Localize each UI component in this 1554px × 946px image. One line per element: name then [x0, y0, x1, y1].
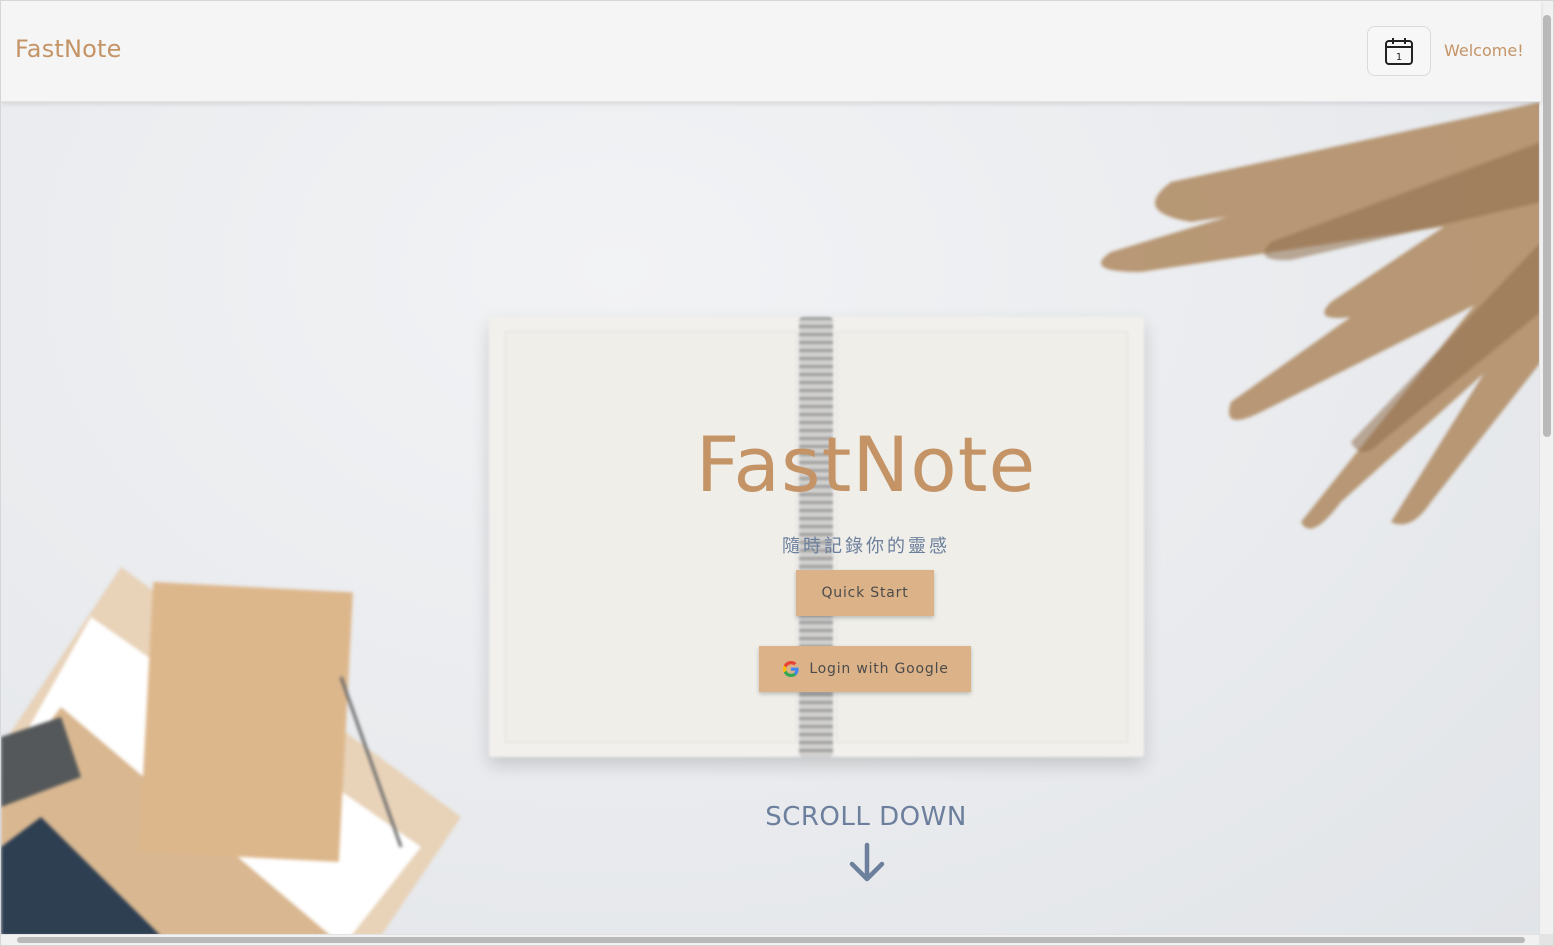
- top-navbar: FastNote 1 Welcome!: [1, 1, 1541, 102]
- calendar-button[interactable]: 1: [1367, 26, 1431, 76]
- brand-logo[interactable]: FastNote: [15, 35, 122, 63]
- arrow-down-icon[interactable]: [847, 842, 887, 884]
- books-decoration: [1, 567, 461, 936]
- horizontal-scrollbar-thumb[interactable]: [17, 937, 1525, 943]
- horizontal-scrollbar[interactable]: [1, 934, 1541, 945]
- vertical-scrollbar-thumb[interactable]: [1543, 15, 1551, 437]
- welcome-text: Welcome!: [1444, 41, 1524, 60]
- quick-start-button[interactable]: Quick Start: [796, 570, 934, 616]
- google-login-button[interactable]: Login with Google: [759, 646, 971, 692]
- hero-section: FastNote 隨時記錄你的靈感 Quick Start Login with…: [1, 102, 1541, 936]
- scroll-down-label[interactable]: SCROLL DOWN: [1, 802, 1541, 832]
- scrollbar-corner: [1539, 934, 1553, 945]
- hero-title: FastNote: [695, 420, 1037, 509]
- google-icon: [783, 661, 799, 677]
- svg-text:1: 1: [1396, 52, 1402, 63]
- browser-viewport: FastNote 1 Welcome! FastNote 隨時記錄你的靈感 Qu…: [0, 0, 1554, 946]
- calendar-icon: 1: [1385, 38, 1413, 65]
- hero-subtitle: 隨時記錄你的靈感: [782, 536, 950, 557]
- google-login-label: Login with Google: [809, 661, 949, 677]
- vertical-scrollbar[interactable]: [1539, 1, 1553, 936]
- quick-start-label: Quick Start: [821, 585, 909, 601]
